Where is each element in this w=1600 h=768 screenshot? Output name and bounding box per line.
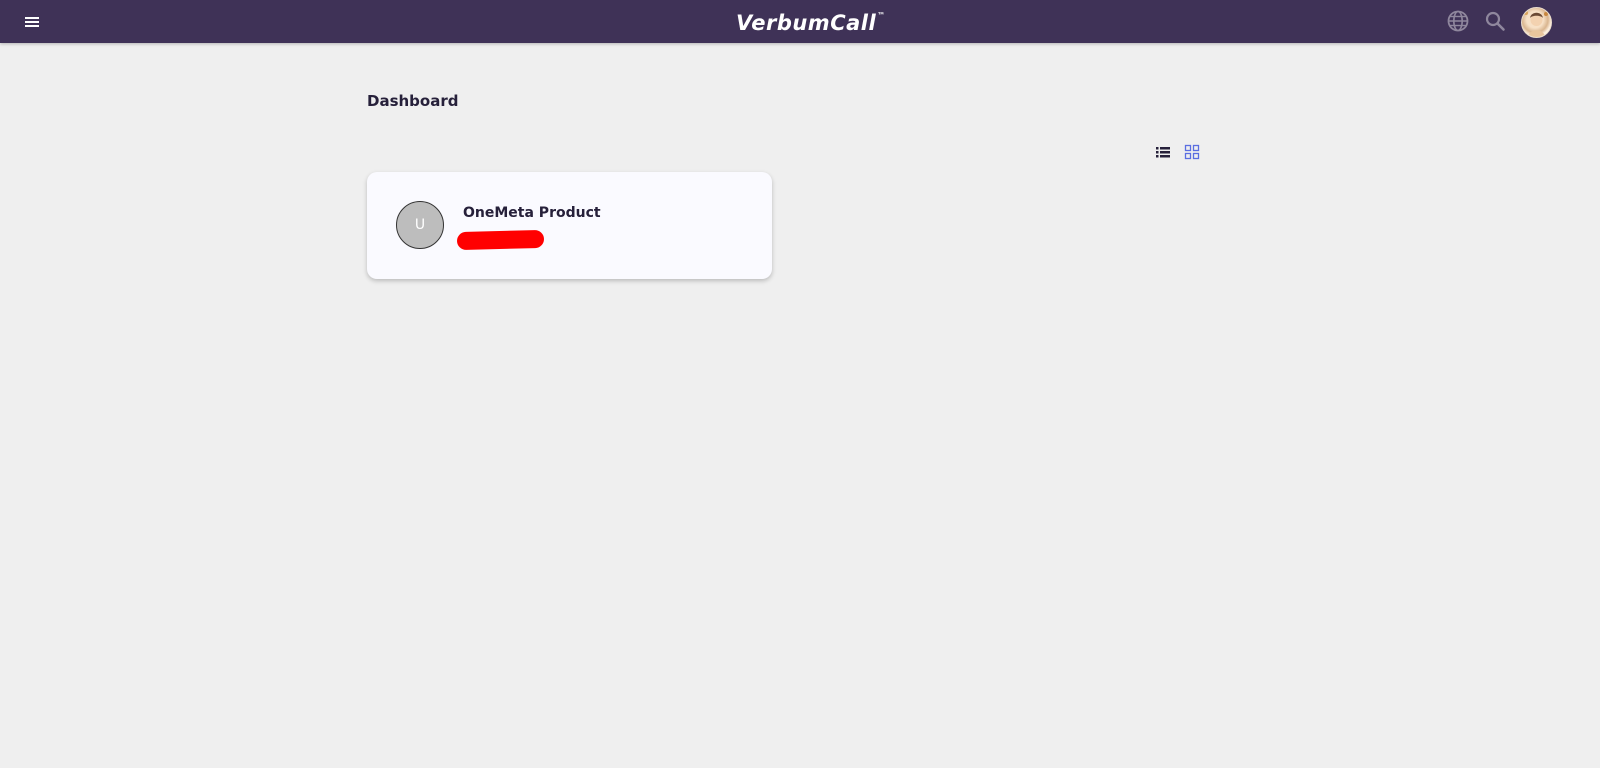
card-title: OneMeta Product xyxy=(463,205,601,221)
page-title: Dashboard xyxy=(367,92,459,110)
redacted-subtitle xyxy=(456,229,545,251)
menu-icon[interactable] xyxy=(22,12,42,32)
user-avatar[interactable] xyxy=(1521,7,1552,38)
trademark-mark: ™ xyxy=(877,11,886,20)
logo-text: VerbumCall xyxy=(736,11,877,35)
product-card[interactable]: U OneMeta Product xyxy=(367,172,772,279)
grid-view-icon[interactable] xyxy=(1184,144,1200,160)
globe-icon[interactable] xyxy=(1446,9,1470,33)
card-avatar: U xyxy=(396,201,444,249)
search-icon[interactable] xyxy=(1484,10,1506,32)
list-view-icon[interactable] xyxy=(1155,144,1171,160)
app-logo[interactable]: VerbumCall™ xyxy=(736,7,886,35)
top-navigation-bar: VerbumCall™ xyxy=(0,0,1600,43)
